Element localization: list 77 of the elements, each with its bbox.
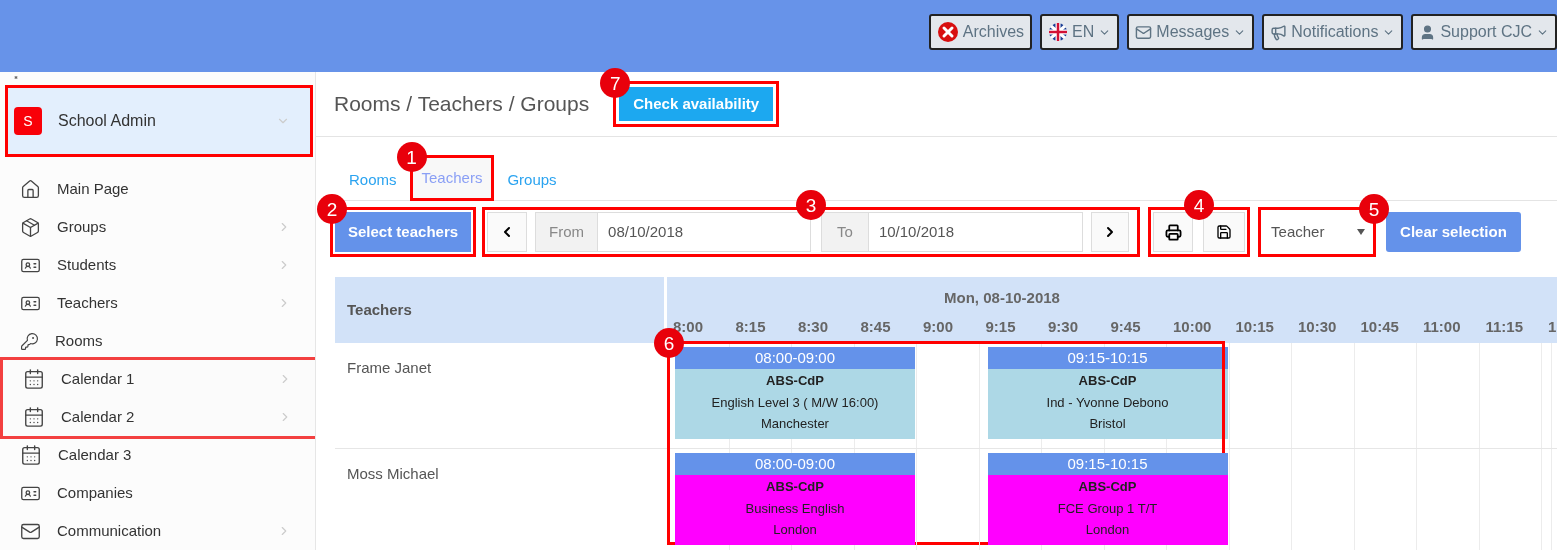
time-tick: 1 <box>1547 316 1557 337</box>
time-tick: 11:15 <box>1484 316 1525 337</box>
sidebar-item[interactable]: Main Page <box>0 170 315 208</box>
time-tick: 8:30 <box>797 316 830 337</box>
print-icon <box>1164 223 1182 241</box>
dropdown-arrow-icon <box>1357 229 1366 235</box>
megaphone-icon <box>1270 23 1288 41</box>
time-tick: 11:00 <box>1422 316 1462 337</box>
sidebar-item[interactable]: Students <box>0 246 315 284</box>
sidebar-item[interactable]: Teachers <box>0 284 315 322</box>
top-bar-button[interactable]: Support CJC <box>1411 14 1557 50</box>
teacher-name: Frame Janet <box>346 358 433 378</box>
event-code: ABS-CdP <box>1078 478 1137 496</box>
box-icon <box>20 216 41 238</box>
flag-icon <box>1048 22 1069 42</box>
page-title: Rooms / Teachers / Groups <box>334 91 590 118</box>
event-course: English Level 3 ( M/W 16:00) <box>711 393 879 412</box>
calendar-icon <box>20 444 42 466</box>
time-tick: 10:00 <box>1172 316 1213 337</box>
event-place: Manchester <box>761 415 829 433</box>
to-date-field[interactable]: To 10/10/2018 <box>821 212 1084 252</box>
event-code: ABS-CdP <box>1078 372 1137 390</box>
save-button[interactable] <box>1203 212 1246 252</box>
callout-number: 4 <box>1184 190 1215 220</box>
event-time: 08:00-09:00 <box>675 347 915 369</box>
key-icon <box>20 331 39 351</box>
time-tick: 9:30 <box>1047 316 1080 337</box>
top-bar-button[interactable]: Archives <box>928 14 1033 50</box>
sidebar-item[interactable]: Groups <box>0 208 315 246</box>
mail-icon <box>1135 23 1153 41</box>
event-course: Business English <box>745 499 845 518</box>
close-icon <box>936 21 959 43</box>
teacher-name: Moss Michael <box>346 464 440 484</box>
callout-number: 2 <box>317 194 347 224</box>
event-time: 09:15-10:15 <box>987 347 1228 369</box>
time-tick: 10:45 <box>1359 316 1400 337</box>
sidebar-item[interactable]: Rooms <box>0 322 315 360</box>
callout-number: 5 <box>1359 194 1390 224</box>
event-course: FCE Group 1 T/T <box>1057 499 1158 518</box>
sidebar-item[interactable]: Communication <box>0 512 315 550</box>
time-tick: 9:00 <box>922 316 955 337</box>
save-icon <box>1216 224 1233 240</box>
event-code: ABS-CdP <box>766 372 824 390</box>
schedule-event[interactable]: 08:00-09:00 ABS-CdP English Level 3 ( M/W 16:00) Manchester <box>675 347 915 439</box>
date-header: Mon, 08-10-2018 <box>943 287 1061 308</box>
from-date-field[interactable]: From 08/10/2018 <box>535 212 812 252</box>
sidebar-item[interactable]: Companies <box>0 474 315 512</box>
schedule-event[interactable]: 08:00-09:00 ABS-CdP Business English London <box>675 453 915 545</box>
callout-number: 3 <box>796 190 827 220</box>
home-icon <box>20 178 41 200</box>
event-course: Ind - Yvonne Debono <box>1046 393 1169 412</box>
time-tick: 8:15 <box>734 316 767 337</box>
event-place: Bristol <box>1089 415 1126 433</box>
account-name: School Admin <box>58 111 157 131</box>
time-tick: 8:45 <box>859 316 892 337</box>
schedule-event[interactable]: 09:15-10:15 ABS-CdP Ind - Yvonne Debono Bristol <box>987 347 1228 439</box>
time-tick: 9:15 <box>984 316 1017 337</box>
callout-number: 7 <box>600 68 631 98</box>
event-place: London <box>773 521 817 539</box>
top-bar-button[interactable]: Notifications <box>1262 14 1404 50</box>
callout-number: 1 <box>396 142 427 172</box>
calendar-icon <box>23 406 45 428</box>
time-tick: 10:30 <box>1297 316 1338 337</box>
account-avatar: S <box>14 107 42 135</box>
event-time: 08:00-09:00 <box>675 453 915 475</box>
event-place: London <box>1085 521 1130 539</box>
top-bar-button[interactable]: Messages <box>1127 14 1255 50</box>
account-selector[interactable]: S School Admin <box>8 88 310 154</box>
event-time: 09:15-10:15 <box>987 453 1228 475</box>
time-tick: 9:45 <box>1109 316 1142 337</box>
time-tick: 10:15 <box>1234 316 1275 337</box>
schedule-event[interactable]: 09:15-10:15 ABS-CdP FCE Group 1 T/T London <box>987 453 1228 545</box>
sidebar-item[interactable]: Calendar 3 <box>0 436 315 474</box>
event-code: ABS-CdP <box>766 478 824 496</box>
top-bar-button[interactable]: EN <box>1040 14 1120 50</box>
calendar-icon <box>23 368 45 390</box>
print-button[interactable] <box>1153 212 1194 252</box>
